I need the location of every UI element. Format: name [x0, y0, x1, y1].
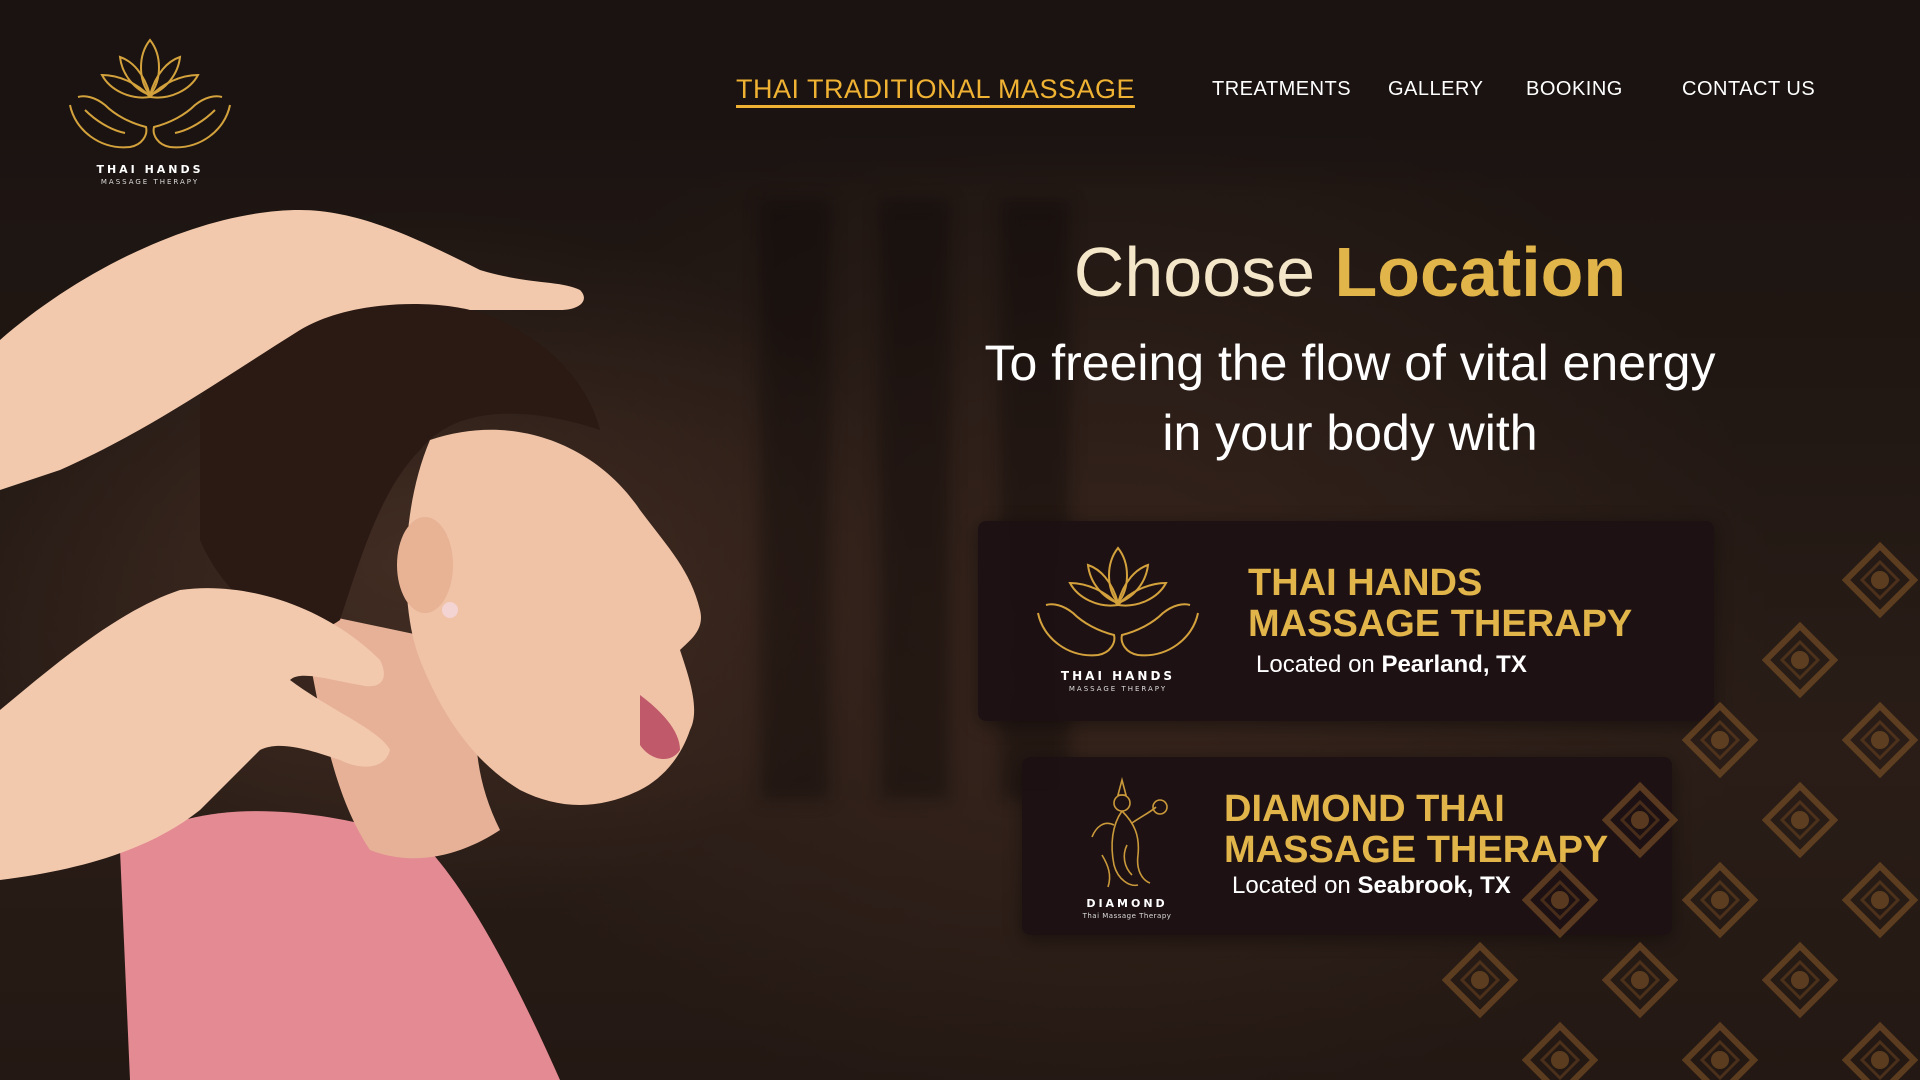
- card-logo-title: DIAMOND: [1086, 897, 1168, 910]
- thai-pattern-decoration: [1360, 500, 1920, 1080]
- logo-title: THAI HANDS: [96, 163, 204, 176]
- hero-title-plain: Choose: [1073, 233, 1335, 311]
- card-logo-subtitle: MASSAGE THERAPY: [1068, 685, 1168, 693]
- hero-subtitle: To freeing the flow of vital energy in y…: [880, 328, 1820, 468]
- ear-shape: [397, 517, 453, 613]
- nav-contact-us[interactable]: CONTACT US: [1682, 78, 1815, 101]
- earring-shape: [442, 602, 458, 618]
- hero-subtitle-line2: in your body with: [1162, 405, 1538, 461]
- hero-subtitle-line1: To freeing the flow of vital energy: [984, 335, 1716, 391]
- card-logo-subtitle: Thai Massage Therapy: [1082, 912, 1172, 920]
- thai-dancer-icon: [1091, 776, 1168, 888]
- lotus-hands-icon: [69, 38, 231, 149]
- massage-photo: [0, 210, 701, 1080]
- location-prefix: Located on: [1232, 872, 1358, 899]
- lotus-hands-icon: [1037, 546, 1199, 657]
- background-column: [760, 200, 830, 800]
- nav-gallery[interactable]: GALLERY: [1388, 78, 1483, 101]
- nav-thai-traditional-massage[interactable]: THAI TRADITIONAL MASSAGE: [736, 74, 1136, 108]
- shirt-shape: [120, 811, 560, 1080]
- hero-title: Choose Location: [900, 232, 1800, 312]
- nav-treatments[interactable]: TREATMENTS: [1212, 78, 1351, 101]
- nav-booking[interactable]: BOOKING: [1526, 78, 1623, 101]
- logo-subtitle: MASSAGE THERAPY: [100, 178, 200, 186]
- site-logo[interactable]: THAI HANDS MASSAGE THERAPY: [60, 35, 240, 195]
- card-logo-title: THAI HANDS: [1060, 669, 1176, 683]
- hero-title-accent: Location: [1334, 233, 1627, 311]
